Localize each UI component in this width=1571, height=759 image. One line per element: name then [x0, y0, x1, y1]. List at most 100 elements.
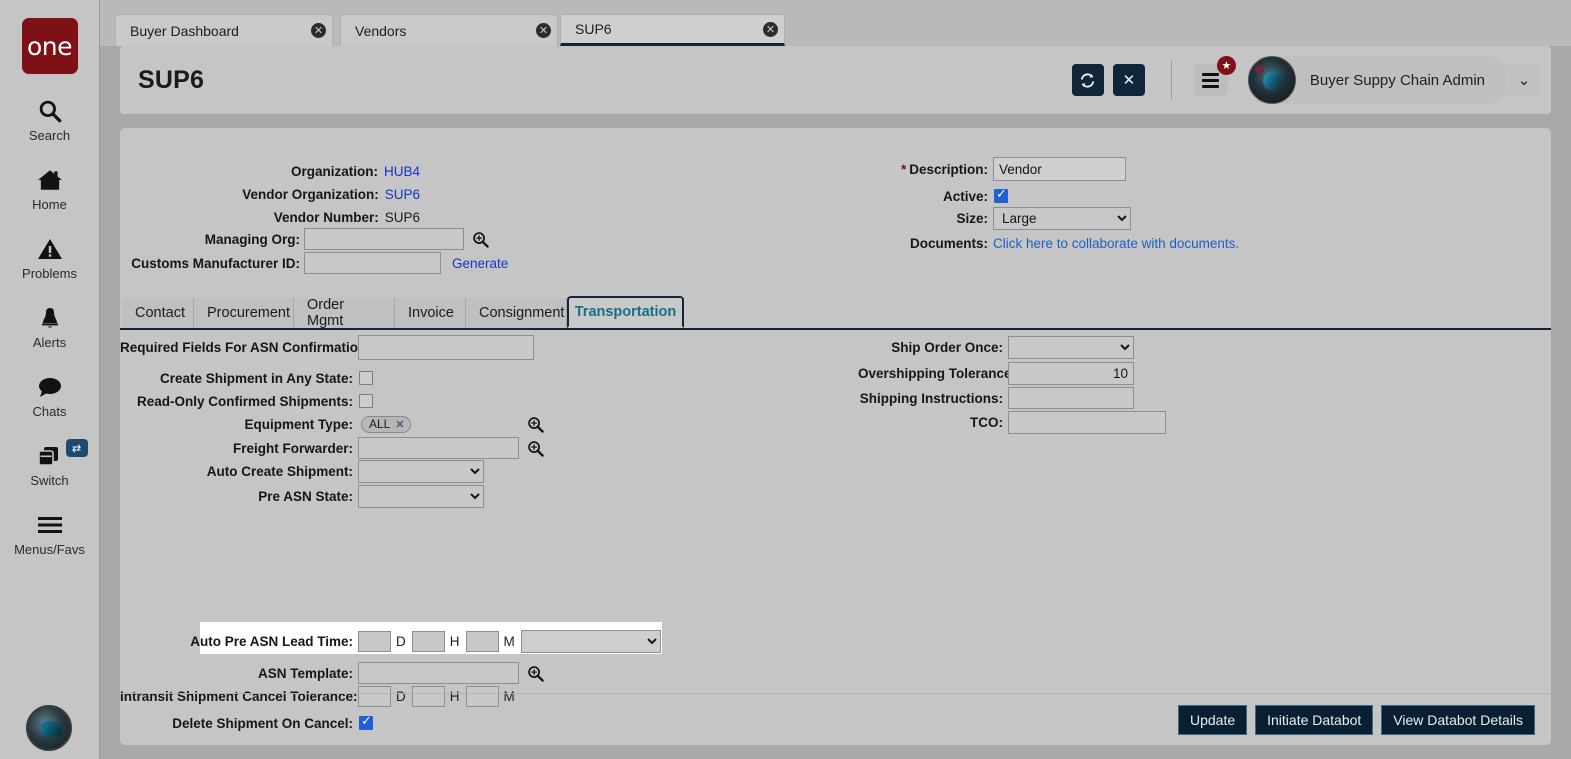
field-label: Overshipping Tolerance, %:	[858, 365, 1036, 381]
description-input[interactable]	[993, 157, 1126, 181]
auto-pre-asn-hours-input[interactable]	[411, 630, 445, 652]
view-databot-details-button[interactable]: View Databot Details	[1381, 704, 1535, 735]
tco-input[interactable]	[1008, 410, 1166, 434]
initiate-databot-button[interactable]: Initiate Databot	[1255, 704, 1374, 735]
magnifier-icon[interactable]	[526, 664, 544, 682]
tab-consignment[interactable]: Consignment	[466, 298, 567, 328]
field-label: Managing Org:	[204, 231, 300, 247]
field-organization: Organization: HUB4	[120, 160, 420, 182]
sidebar-item-home[interactable]: Home	[0, 165, 100, 212]
field-label: Freight Forwarder:	[232, 440, 353, 456]
hamburger-icon	[36, 510, 64, 540]
swap-arrows-icon[interactable]: ⇄	[65, 439, 88, 457]
bell-icon	[38, 303, 62, 333]
field-label: Vendor Number:	[273, 209, 379, 225]
user-menu[interactable]: Buyer Suppy Chain Admin	[1247, 56, 1507, 104]
required-asterisk: *	[900, 161, 907, 177]
field-label: Create Shipment in Any State:	[159, 370, 353, 386]
close-icon[interactable]: ✕	[1112, 64, 1145, 96]
equipment-type-input[interactable]: ALL ✕	[358, 413, 519, 435]
hamburger-menu-icon[interactable]: ★	[1193, 56, 1236, 96]
active-checkbox[interactable]	[994, 187, 1008, 203]
switch-windows-icon	[36, 441, 64, 471]
overshipping-tolerance-input[interactable]	[1008, 361, 1134, 385]
header-divider	[1170, 60, 1172, 100]
tab-transportation[interactable]: Transportation	[567, 296, 684, 328]
auto-pre-asn-minutes-input[interactable]	[465, 630, 499, 652]
browser-tab-sup6[interactable]: SUP6 ✕	[560, 14, 785, 46]
unit-hours-label: H	[449, 633, 460, 649]
readonly-confirmed-shipments-checkbox[interactable]	[359, 394, 373, 408]
field-tco: TCO:	[858, 410, 1166, 434]
field-auto-create-shipment: Auto Create Shipment:	[120, 459, 484, 483]
unit-days-label: D	[396, 633, 406, 649]
tab-order-mgmt[interactable]: Order Mgmt	[294, 297, 395, 329]
sidebar-item-label: Switch	[30, 473, 69, 488]
generate-link[interactable]: Generate	[452, 256, 508, 271]
field-label: Required Fields For ASN Confirmation:	[120, 339, 371, 355]
browser-tab-vendors[interactable]: Vendors ✕	[340, 14, 558, 46]
magnifier-icon[interactable]	[526, 415, 544, 433]
field-label: Size:	[956, 210, 988, 226]
header-actions: ✕ ★ Buyer Suppy Chain Admin ⌄	[1063, 56, 1551, 104]
update-button[interactable]: Update	[1177, 704, 1248, 735]
close-icon[interactable]: ✕	[763, 21, 778, 37]
vendor-organization-link[interactable]: SUP6	[385, 187, 420, 202]
field-equipment-type: Equipment Type: ALL ✕	[120, 413, 544, 435]
size-select[interactable]: Large	[993, 206, 1131, 230]
field-ship-order-once: Ship Order Once:	[858, 335, 1134, 359]
sidebar-item-menus-favs[interactable]: Menus/Favs	[0, 510, 100, 557]
rail-user-avatar[interactable]	[26, 705, 72, 751]
sidebar-item-switch[interactable]: ⇄ Switch	[0, 439, 100, 488]
field-documents: Documents: Click here to collaborate wit…	[858, 232, 1239, 254]
asn-template-input[interactable]	[358, 662, 519, 684]
field-label: Auto Create Shipment:	[206, 463, 353, 479]
magnifier-icon[interactable]	[471, 230, 489, 248]
field-label: Pre ASN State:	[258, 488, 353, 504]
magnifier-icon[interactable]	[526, 439, 544, 457]
managing-org-input[interactable]	[304, 228, 464, 250]
field-label: Documents:	[909, 235, 988, 251]
sidebar-item-chats[interactable]: Chats	[0, 372, 100, 419]
freight-forwarder-input[interactable]	[358, 437, 519, 459]
field-required-fields-asn: Required Fields For ASN Confirmation:	[120, 334, 534, 360]
refresh-icon[interactable]	[1071, 64, 1104, 96]
field-label: Read-Only Confirmed Shipments:	[136, 393, 353, 409]
sidebar-item-problems[interactable]: Problems	[0, 234, 100, 281]
field-managing-org: Managing Org:	[120, 228, 489, 250]
customs-manufacturer-id-input[interactable]	[304, 252, 441, 274]
ship-order-once-select[interactable]	[1008, 335, 1134, 359]
sidebar-item-search[interactable]: Search	[0, 96, 100, 143]
close-icon[interactable]: ✕	[536, 23, 551, 38]
unit-minutes-label: M	[503, 633, 515, 649]
auto-pre-asn-unit-select[interactable]	[520, 629, 661, 653]
brand-logo[interactable]: one	[21, 18, 78, 74]
home-icon	[36, 165, 64, 195]
user-name-label: Buyer Suppy Chain Admin	[1309, 71, 1485, 89]
browser-tab-buyer-dashboard[interactable]: Buyer Dashboard ✕	[115, 14, 333, 46]
browser-tab-label: Vendors	[355, 22, 407, 39]
create-shipment-any-state-checkbox[interactable]	[359, 371, 373, 385]
auto-create-shipment-select[interactable]	[358, 459, 484, 483]
chevron-down-icon[interactable]: ⌄	[1507, 63, 1541, 97]
documents-collaborate-link[interactable]: Click here to collaborate with documents…	[993, 236, 1239, 251]
pre-asn-state-select[interactable]	[358, 484, 484, 508]
field-description: * Description:	[858, 157, 1126, 181]
field-readonly-confirmed-shipments: Read-Only Confirmed Shipments:	[120, 390, 373, 412]
tab-invoice[interactable]: Invoice	[395, 298, 466, 328]
tab-contact[interactable]: Contact	[122, 298, 194, 328]
sidebar-item-alerts[interactable]: Alerts	[0, 303, 100, 350]
avatar	[1247, 56, 1296, 104]
equipment-type-chip: ALL ✕	[361, 415, 411, 433]
search-icon	[37, 96, 63, 126]
field-label: Shipping Instructions:	[859, 390, 1003, 406]
required-fields-asn-input[interactable]	[358, 334, 534, 360]
auto-pre-asn-days-input[interactable]	[358, 630, 391, 652]
shipping-instructions-input[interactable]	[1008, 387, 1134, 409]
chip-remove-icon[interactable]: ✕	[395, 418, 404, 431]
organization-link[interactable]: HUB4	[384, 164, 420, 179]
field-label: Customs Manufacturer ID:	[131, 255, 300, 271]
browser-tab-label: Buyer Dashboard	[130, 22, 239, 39]
tab-procurement[interactable]: Procurement	[194, 298, 294, 328]
close-icon[interactable]: ✕	[311, 23, 326, 38]
